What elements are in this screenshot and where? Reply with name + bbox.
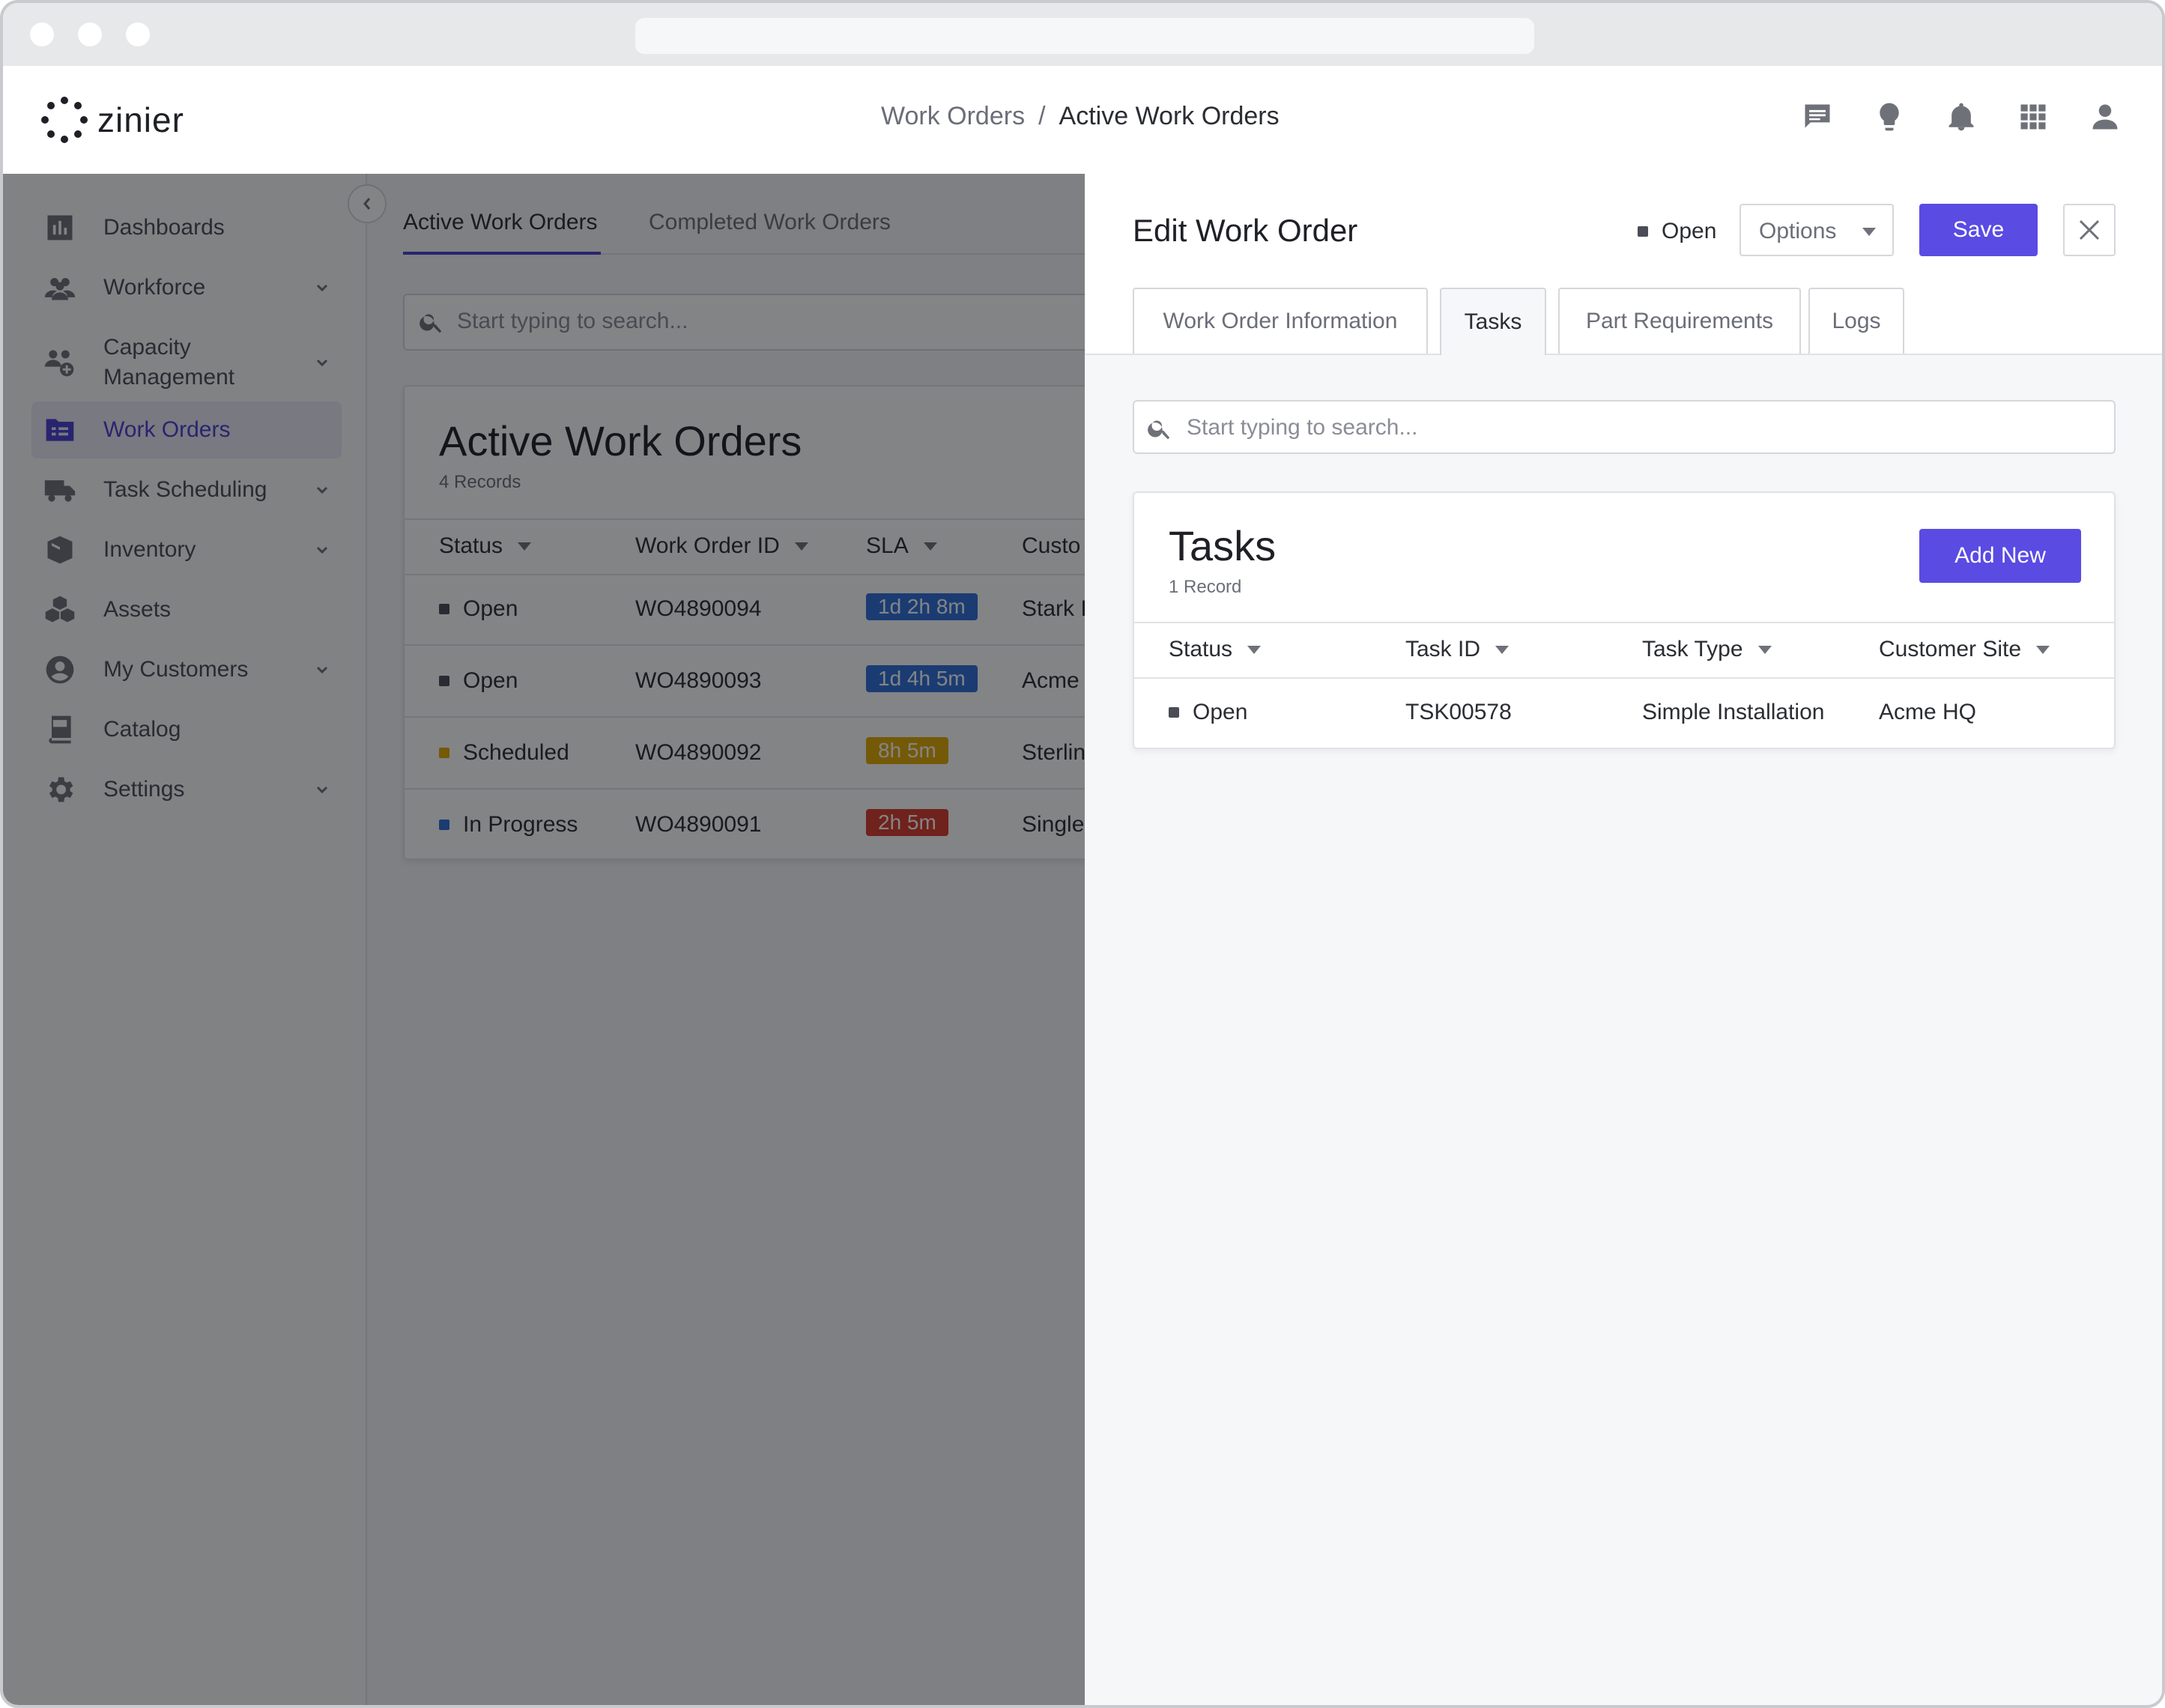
work-order-status: Open bbox=[1638, 219, 1716, 244]
window-minimize-dot[interactable] bbox=[78, 22, 102, 46]
tasks-search-input[interactable]: Start typing to search... bbox=[1133, 400, 2116, 454]
status-cell: Open bbox=[1169, 700, 1247, 725]
chat-icon[interactable] bbox=[1799, 99, 1835, 135]
sort-caret-icon bbox=[1247, 645, 1262, 654]
sort-caret-icon bbox=[1495, 645, 1510, 654]
browser-chrome bbox=[3, 3, 2162, 66]
tab-work-order-information[interactable]: Work Order Information bbox=[1133, 288, 1428, 354]
task-type-cell: Simple Installation bbox=[1642, 700, 1825, 724]
tab-tasks[interactable]: Tasks bbox=[1440, 288, 1546, 355]
options-dropdown[interactable]: Options bbox=[1739, 204, 1894, 256]
modal-backdrop[interactable] bbox=[3, 174, 1085, 1705]
logo-text: zinier bbox=[97, 100, 184, 139]
window-close-dot[interactable] bbox=[30, 22, 54, 46]
address-bar[interactable] bbox=[635, 18, 1534, 54]
tab-part-requirements[interactable]: Part Requirements bbox=[1558, 288, 1801, 354]
edit-work-order-panel: Edit Work Order Open Options Save Work O… bbox=[1085, 174, 2162, 1705]
zinier-logo-icon bbox=[41, 97, 88, 143]
app-header: zinier Work Orders / Active Work Orders bbox=[3, 66, 2162, 175]
options-label: Options bbox=[1759, 219, 1837, 243]
status-indicator bbox=[1638, 226, 1648, 237]
breadcrumb-parent[interactable]: Work Orders bbox=[881, 102, 1025, 131]
column-header-task-type[interactable]: Task Type bbox=[1642, 637, 1772, 662]
browser-window: zinier Work Orders / Active Work Orders bbox=[0, 0, 2165, 1708]
search-icon bbox=[1148, 420, 1170, 440]
task-id-cell: TSK00578 bbox=[1405, 700, 1512, 724]
column-header-customer-site[interactable]: Customer Site bbox=[1879, 637, 2050, 662]
caret-down-icon bbox=[1862, 228, 1876, 236]
save-button[interactable]: Save bbox=[1919, 204, 2038, 256]
tasks-card: Tasks 1 Record Add New Status Task ID Ta… bbox=[1133, 491, 2116, 749]
apps-grid-icon[interactable] bbox=[2015, 99, 2051, 135]
close-icon bbox=[2079, 219, 2100, 240]
search-placeholder: Start typing to search... bbox=[1187, 415, 1418, 440]
header-actions bbox=[1799, 99, 2123, 135]
record-count: 1 Record bbox=[1169, 577, 1242, 597]
column-header-status[interactable]: Status bbox=[1169, 637, 1262, 662]
sort-caret-icon bbox=[2036, 645, 2050, 654]
tab-logs[interactable]: Logs bbox=[1808, 288, 1904, 354]
window-maximize-dot[interactable] bbox=[126, 22, 150, 46]
app-logo[interactable]: zinier bbox=[40, 96, 184, 144]
close-panel-button[interactable] bbox=[2063, 204, 2116, 256]
breadcrumb: Work Orders / Active Work Orders bbox=[881, 102, 1280, 131]
table-row[interactable]: Open TSK00578 Simple Installation Acme H… bbox=[1134, 677, 2114, 748]
status-indicator bbox=[1169, 707, 1179, 718]
user-icon[interactable] bbox=[2087, 99, 2123, 135]
tasks-title: Tasks bbox=[1169, 522, 1277, 569]
customer-site-cell: Acme HQ bbox=[1879, 700, 1977, 724]
column-header-task-id[interactable]: Task ID bbox=[1405, 637, 1510, 662]
breadcrumb-separator: / bbox=[1038, 102, 1046, 130]
table-header: Status Task ID Task Type Customer Site bbox=[1134, 622, 2114, 679]
add-new-button[interactable]: Add New bbox=[1919, 529, 2081, 583]
bell-icon[interactable] bbox=[1943, 99, 1979, 135]
lightbulb-icon[interactable] bbox=[1871, 99, 1907, 135]
breadcrumb-current: Active Work Orders bbox=[1059, 102, 1280, 130]
panel-title: Edit Work Order bbox=[1133, 213, 1358, 248]
sort-caret-icon bbox=[1757, 645, 1772, 654]
panel-header: Edit Work Order Open Options Save Work O… bbox=[1085, 174, 2162, 355]
